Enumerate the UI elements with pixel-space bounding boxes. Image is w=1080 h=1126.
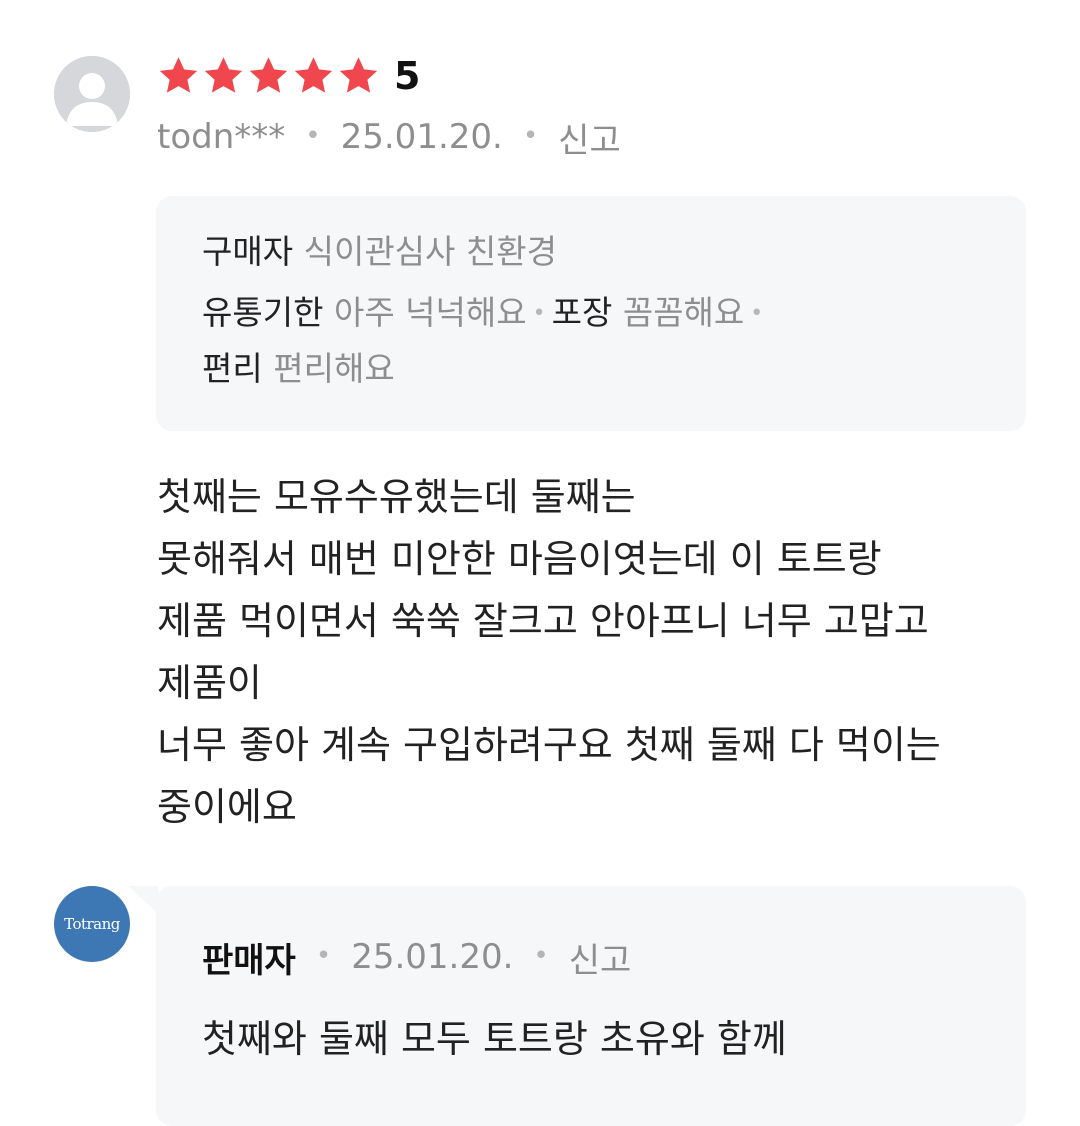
review-line: 못해줘서 매번 미안한 마음이엿는데 이 토트랑 — [157, 537, 882, 581]
review-line: 제품 먹이면서 쑥쑥 잘크고 안아프니 너무 고맙고 — [157, 599, 929, 643]
survey-value: 아주 넉넉해요 — [333, 293, 527, 332]
separator-dot: • — [522, 121, 539, 151]
separator-dot: • — [315, 941, 332, 971]
report-link[interactable]: 신고 — [558, 113, 621, 162]
separator-dot: • — [305, 121, 321, 151]
star-icon — [249, 57, 288, 93]
star-icon — [339, 57, 378, 93]
survey-key: 유통기한 — [202, 293, 324, 332]
separator-dot: • — [750, 301, 764, 326]
separator-dot: • — [533, 941, 549, 971]
star-icon — [159, 57, 198, 93]
review-line: 첫째는 모유수유했는데 둘째는 — [157, 475, 636, 519]
user-silhouette-icon — [54, 56, 130, 132]
survey-value: 식이관심사 친환경 — [303, 232, 557, 271]
rating-score: 5 — [394, 54, 421, 98]
review-line: 너무 좋아 계속 구입하려구요 첫째 둘째 다 먹이는 — [157, 723, 941, 767]
reply-bubble-tail — [128, 886, 158, 914]
separator-dot: • — [532, 301, 546, 326]
seller-reply-box: 판매자 • 25.01.20. • 신고 첫째와 둘째 모두 토트랑 초유와 함… — [156, 886, 1026, 1126]
survey-key: 포장 — [551, 293, 613, 332]
seller-reply-date: 25.01.20. — [351, 937, 514, 977]
survey-row: 구매자 식이관심사 친환경 — [202, 230, 557, 274]
seller-reply-meta: 판매자 • 25.01.20. • 신고 — [202, 933, 632, 982]
review-date: 25.01.20. — [340, 117, 503, 157]
survey-key: 편리 — [202, 349, 263, 388]
survey-value: 꼼꼼해요 — [622, 293, 745, 332]
star-icon — [294, 57, 333, 93]
survey-row: 편리 편리해요 — [202, 347, 395, 391]
report-link[interactable]: 신고 — [569, 933, 632, 982]
review-author: todn*** — [157, 117, 286, 157]
reviewer-avatar — [54, 56, 130, 132]
survey-value: 편리해요 — [273, 349, 395, 388]
seller-reply-text: 첫째와 둘째 모두 토트랑 초유와 함께 — [202, 1017, 787, 1061]
review-line: 제품이 — [157, 661, 262, 705]
review-meta: todn*** • 25.01.20. • 신고 — [157, 113, 621, 162]
survey-key: 구매자 — [202, 232, 294, 271]
review-line: 중이에요 — [157, 785, 297, 829]
review-text: 첫째는 모유수유했는데 둘째는 못해줘서 매번 미안한 마음이엿는데 이 토트랑… — [157, 466, 1037, 838]
survey-row: 유통기한 아주 넉넉해요 • 포장 꼼꼼해요 • — [202, 291, 769, 340]
star-rating — [156, 54, 381, 98]
seller-avatar: Totrang — [54, 886, 130, 962]
seller-label: 판매자 — [202, 940, 296, 981]
star-icon — [204, 57, 243, 93]
survey-box: 구매자 식이관심사 친환경 유통기한 아주 넉넉해요 • 포장 꼼꼼해요 • 편리 편… — [156, 196, 1026, 431]
